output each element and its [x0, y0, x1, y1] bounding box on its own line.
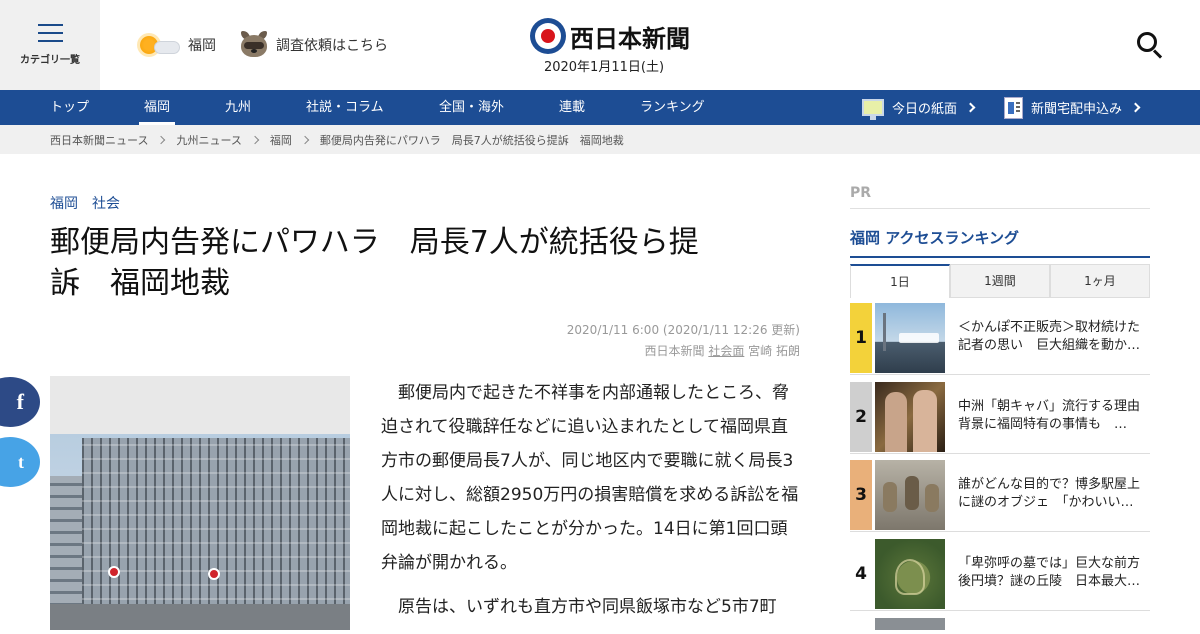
tag-link[interactable]: 社会 — [92, 196, 120, 212]
divider — [850, 208, 1150, 209]
article-author: 宮崎 拓朗 — [748, 344, 800, 358]
section-link[interactable]: 社会面 — [708, 344, 744, 358]
logo-text: 西日本新聞 — [570, 23, 690, 53]
ranking-thumbnail — [875, 303, 945, 373]
today-paper-label: 今日の紙面 — [892, 102, 958, 117]
nav-item-series[interactable]: 連載 — [559, 90, 585, 125]
delivery-link[interactable]: 新聞宅配申込み — [1004, 90, 1141, 125]
search-icon[interactable] — [1137, 32, 1163, 59]
category-menu-button[interactable]: カテゴリ一覧 — [0, 0, 100, 90]
ranking-thumbnail — [875, 539, 945, 609]
today-paper-link[interactable]: 今日の紙面 — [862, 90, 976, 125]
main-nav: トップ 福岡 九州 社説・コラム 全国・海外 連載 ランキング 今日の紙面 新聞… — [0, 90, 1200, 125]
monitor-icon — [862, 99, 884, 120]
weather-location: 福岡 — [188, 38, 216, 54]
breadcrumb: 西日本新聞ニュース 九州ニュース 福岡 郵便局内告発にパワハラ 局長7人が統括役… — [0, 125, 1200, 154]
ranking-thumbnail — [875, 382, 945, 452]
ranking-thumbnail-partial — [875, 618, 945, 630]
logo-mark-icon — [530, 18, 566, 54]
facebook-share-button[interactable]: f — [0, 377, 40, 427]
article-meta: 2020/1/11 6:00 (2020/1/11 12:26 更新) 西日本新… — [567, 320, 800, 362]
ranking-title: 中洲「朝キャバ」流行する理由 背景に福岡特有の事情も … — [958, 399, 1154, 432]
ranking-title: 「卑弥呼の墓では」巨大な前方後円墳？謎の丘陵 日本最大… — [958, 556, 1141, 589]
investigation-request-link[interactable]: 調査依頼はこちら — [238, 30, 388, 60]
delivery-label: 新聞宅配申込み — [1031, 102, 1123, 117]
pr-label: PR — [850, 185, 872, 201]
ranking-item[interactable]: 3 誰がどんな目的で？博多駅屋上に謎のオブジェ 「かわいい… — [850, 460, 1150, 532]
nav-item-ranking[interactable]: ランキング — [640, 90, 705, 125]
nav-item-national[interactable]: 全国・海外 — [439, 90, 504, 125]
hamburger-icon — [37, 24, 63, 42]
twitter-share-button[interactable]: t — [0, 437, 40, 487]
site-logo[interactable]: 西日本新聞 — [530, 18, 690, 54]
article-headline: 郵便局内告発にパワハラ 局長7人が統括役ら提 訴 福岡地裁 — [50, 222, 770, 304]
chevron-right-icon — [250, 135, 260, 144]
headline-line: 訴 福岡地裁 — [50, 266, 230, 301]
article-tags: 福岡 社会 — [50, 193, 134, 213]
chevron-right-icon — [965, 102, 976, 113]
ranking-title: ＜かんぽ不正販売＞取材続けた記者の思い 巨大組織を動か… — [958, 320, 1141, 353]
ranking-item[interactable]: 1 ＜かんぽ不正販売＞取材続けた記者の思い 巨大組織を動か… — [850, 303, 1150, 375]
newspaper-icon — [1004, 96, 1023, 119]
nav-item-top[interactable]: トップ — [50, 90, 89, 125]
nav-item-editorial[interactable]: 社説・コラム — [306, 90, 384, 125]
header-date: 2020年1月11日(土) — [543, 60, 665, 75]
site-header: カテゴリ一覧 福岡 調査依頼はこちら 西日本新聞 2020年1月11日(土) — [0, 0, 1200, 90]
tab-1week[interactable]: 1週間 — [950, 264, 1050, 298]
category-menu-label: カテゴリ一覧 — [20, 55, 80, 66]
nav-item-kyushu[interactable]: 九州 — [225, 90, 251, 125]
chevron-right-icon — [300, 135, 310, 144]
article-photo — [50, 376, 350, 630]
headline-line: 郵便局内告発にパワハラ 局長7人が統括役ら提 — [50, 225, 699, 260]
breadcrumb-item[interactable]: 西日本新聞ニュース — [50, 132, 148, 148]
divider — [850, 256, 1150, 258]
rank-number: 3 — [850, 460, 872, 530]
article-paragraph: 郵便局内で起きた不祥事を内部通報したところ、脅迫されて役職辞任などに追い込まれた… — [381, 383, 799, 573]
investigation-request-label: 調査依頼はこちら — [276, 38, 388, 54]
nav-item-fukuoka[interactable]: 福岡 — [138, 90, 176, 125]
tab-1month[interactable]: 1ヶ月 — [1050, 264, 1150, 298]
rank-number: 4 — [850, 539, 872, 609]
rank-number: 2 — [850, 382, 872, 452]
ranking-title: 誰がどんな目的で？博多駅屋上に謎のオブジェ 「かわいい… — [958, 477, 1141, 510]
ranking-item[interactable]: 2 中洲「朝キャバ」流行する理由 背景に福岡特有の事情も … — [850, 382, 1154, 454]
ranking-title: 福岡 アクセスランキング — [850, 229, 1020, 247]
rank-number: 1 — [850, 303, 872, 373]
article-source: 西日本新聞 — [644, 344, 705, 358]
raccoon-mascot-icon — [238, 30, 270, 60]
weather-widget[interactable]: 福岡 — [138, 33, 216, 57]
tag-link[interactable]: 福岡 — [50, 196, 78, 212]
breadcrumb-item[interactable]: 九州ニュース — [176, 132, 241, 148]
chevron-right-icon — [1130, 102, 1141, 113]
ranking-item[interactable]: 4 「卑弥呼の墓では」巨大な前方後円墳？謎の丘陵 日本最大… — [850, 539, 1150, 611]
ranking-thumbnail — [875, 460, 945, 530]
sun-cloud-icon — [138, 33, 180, 57]
breadcrumb-item[interactable]: 福岡 — [270, 132, 292, 148]
facebook-icon: f — [16, 389, 24, 414]
breadcrumb-current: 郵便局内告発にパワハラ 局長7人が統括役ら提訴 福岡地裁 — [319, 133, 624, 147]
article-paragraph: 原告は、いずれも直方市や同県飯塚市など5市7町 — [398, 597, 777, 617]
twitter-icon: t — [18, 451, 24, 472]
published-time: 2020/1/11 6:00 (2020/1/11 12:26 更新) — [566, 323, 800, 337]
ranking-tabs: 1日 1週間 1ヶ月 — [850, 264, 1150, 298]
chevron-right-icon — [157, 135, 166, 144]
tab-1day[interactable]: 1日 — [850, 264, 950, 298]
article-body: 郵便局内で起きた不祥事を内部通報したところ、脅迫されて役職辞任などに追い込まれた… — [381, 376, 801, 634]
